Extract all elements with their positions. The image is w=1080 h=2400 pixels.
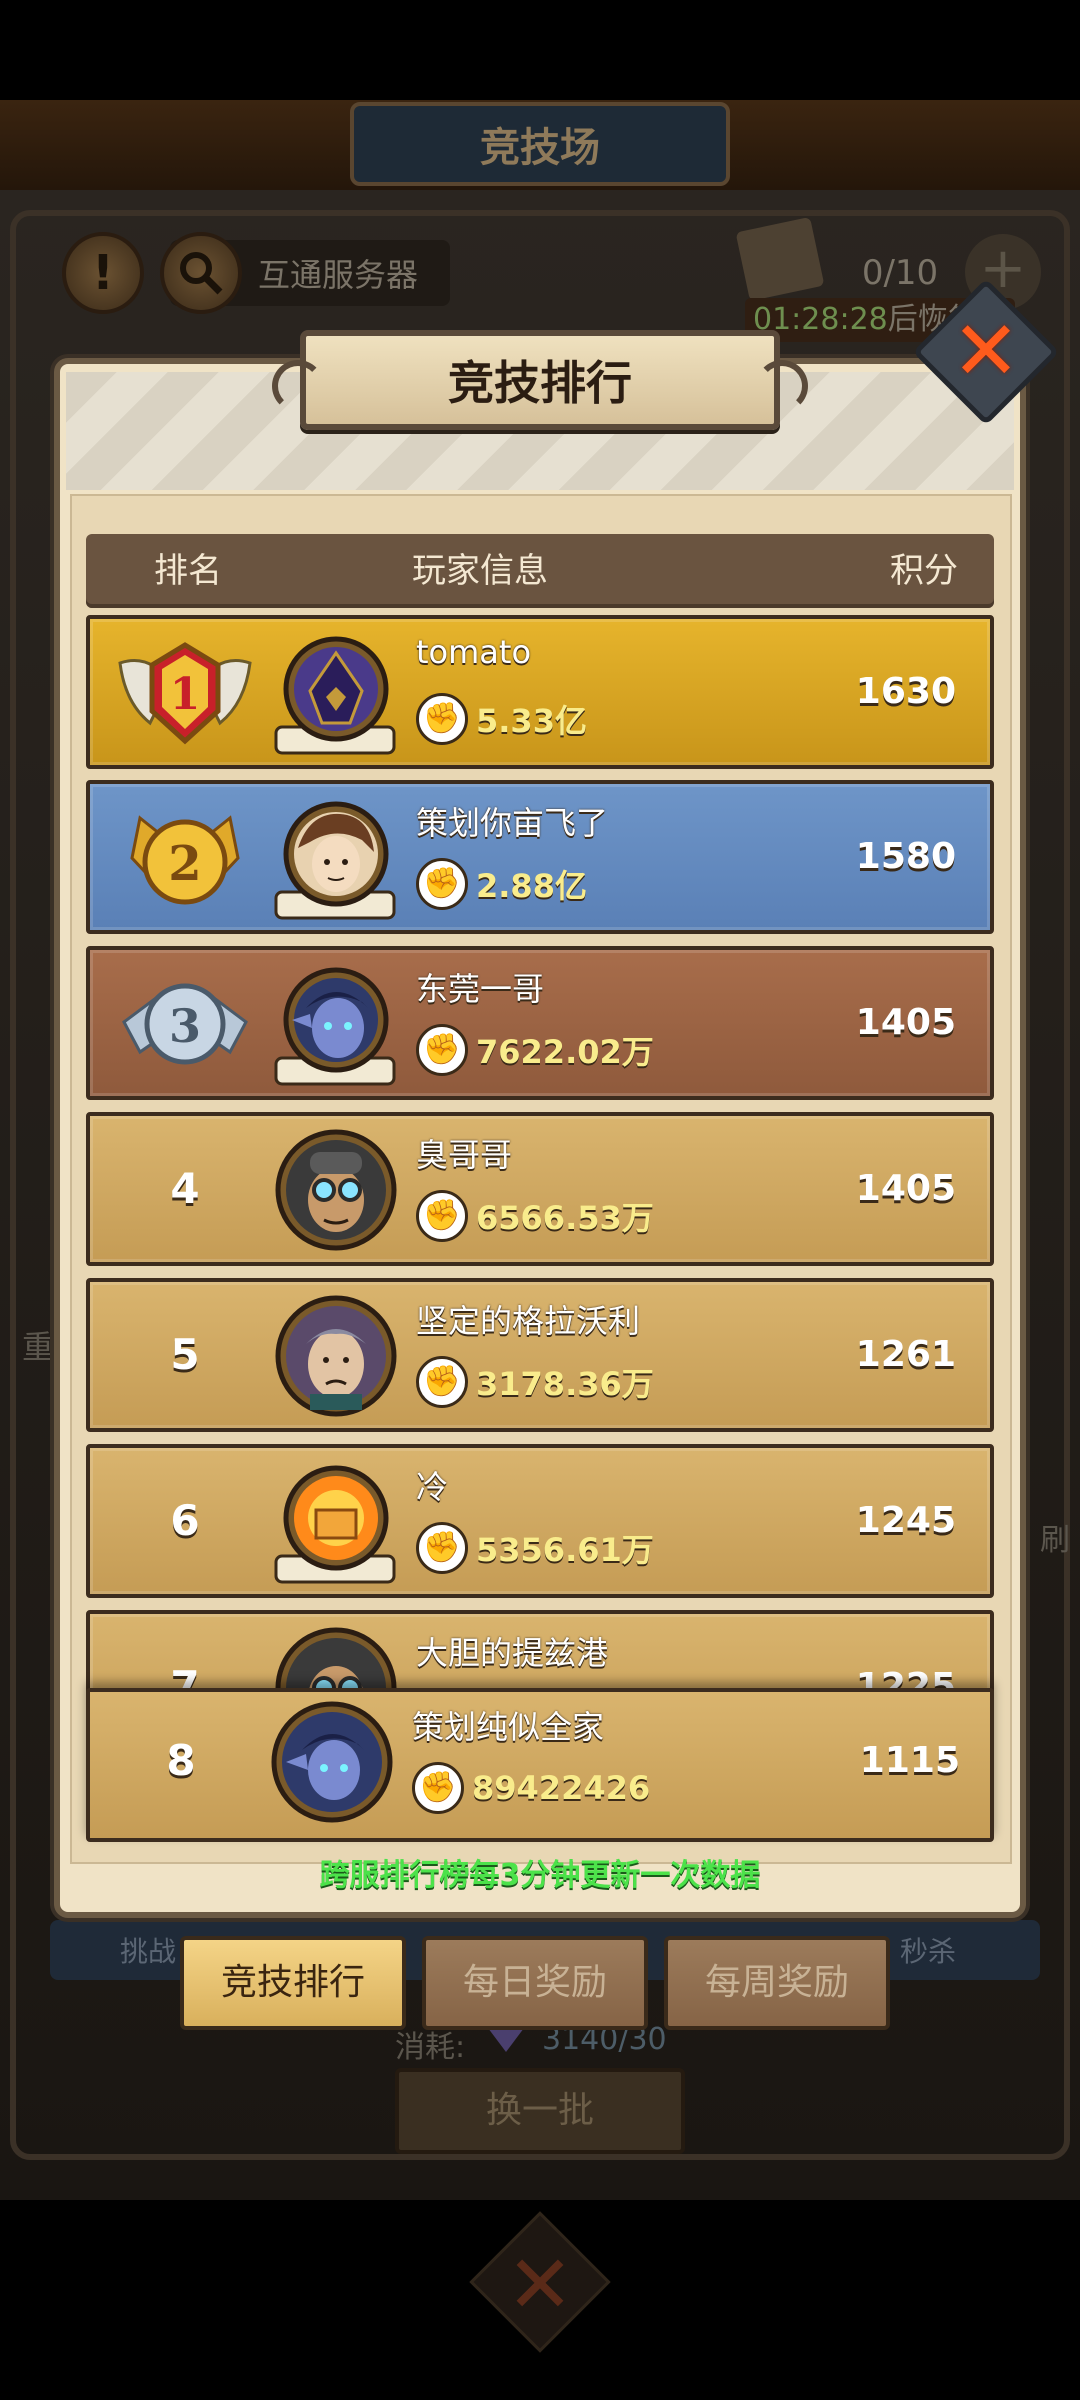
- player-name: 策划纯似全家: [412, 1708, 605, 1746]
- combat-power: ✊ 5356.61万: [416, 1520, 654, 1576]
- popup-title-plate: 竞技排行: [272, 330, 808, 430]
- tab-arena-ranking[interactable]: 竞技排行: [180, 1936, 406, 2030]
- combat-power: ✊ 6566.53万: [416, 1188, 654, 1244]
- player-name: 坚定的格拉沃利: [416, 1302, 641, 1340]
- ranking-row[interactable]: 2 策划你亩飞了 ✊ 2.88亿 1580: [86, 780, 994, 934]
- medal-rank-label: 1: [170, 669, 201, 720]
- ranking-row[interactable]: 4 臭哥哥 ✊ 6566.53万 1405: [86, 1112, 994, 1266]
- player-name: tomato: [416, 633, 532, 671]
- header-score: 积分: [890, 551, 958, 591]
- refresh-opponents-button[interactable]: 换一批: [395, 2068, 685, 2154]
- combat-power-value: 3178.36万: [476, 1365, 654, 1403]
- player-score: 1115: [859, 1740, 960, 1781]
- search-icon[interactable]: [160, 232, 242, 314]
- info-icon[interactable]: !: [62, 232, 144, 314]
- close-icon: ✕: [506, 2238, 574, 2331]
- ranking-list[interactable]: 1 tomato ✊ 5.33亿 1630 2 策划你亩飞了 ✊ 2.88亿 1…: [86, 615, 996, 1843]
- fist-icon: ✊: [416, 858, 468, 910]
- close-icon: ✕: [951, 304, 1021, 399]
- combat-power: ✊ 5.33亿: [416, 691, 587, 747]
- ranking-row[interactable]: 6 冷 ✊ 5356.61万 1245: [86, 1444, 994, 1598]
- blue-elf-avatar[interactable]: [270, 962, 400, 1088]
- player-name: 臭哥哥: [416, 1136, 513, 1174]
- attempts-counter: 0/10: [861, 253, 939, 293]
- fist-icon: ✊: [416, 1024, 468, 1076]
- player-name: 策划你亩飞了: [416, 804, 609, 842]
- player-score: 1405: [855, 1168, 956, 1209]
- ranking-column-header: 排名 玩家信息 积分: [86, 534, 994, 608]
- server-label: 互通服务器: [258, 256, 419, 294]
- player-name: 冷: [416, 1468, 449, 1506]
- player-name: 东莞一哥: [416, 970, 545, 1008]
- status-bar: [0, 0, 1080, 100]
- ranking-tabs: 竞技排行 每日奖励 每周奖励: [180, 1936, 900, 2032]
- combat-power-value: 5.33亿: [476, 702, 587, 740]
- combat-power-value: 89422426: [472, 1769, 651, 1807]
- header-player-info: 玩家信息: [412, 551, 548, 591]
- rank-number: 6: [170, 1496, 200, 1545]
- rank-number: 5: [170, 1330, 200, 1379]
- brown-hair-hero-avatar[interactable]: [270, 796, 400, 922]
- player-score: 1630: [855, 671, 956, 712]
- rank-number: 8: [166, 1736, 196, 1785]
- sweep-label: 秒杀: [900, 1935, 957, 1968]
- goggles-engineer-avatar[interactable]: [270, 1128, 400, 1254]
- rank-number: 4: [170, 1164, 200, 1213]
- blue-elf-avatar[interactable]: [266, 1700, 396, 1826]
- fist-icon: ✊: [416, 1356, 468, 1408]
- old-man-avatar[interactable]: [270, 1294, 400, 1420]
- my-ranking-row-content: 8 策划纯似全家 ✊ 89422426 1115: [86, 1688, 994, 1842]
- fist-icon: ✊: [412, 1762, 464, 1814]
- header-rank: 排名: [154, 551, 222, 591]
- glowing-chest-avatar[interactable]: [270, 1460, 400, 1586]
- combat-power-value: 6566.53万: [476, 1199, 654, 1237]
- player-name: 大胆的提兹港: [416, 1634, 609, 1672]
- tab-weekly-rewards[interactable]: 每周奖励: [664, 1936, 890, 2030]
- background-text-fragment: 重: [22, 1328, 55, 1366]
- update-notice: 跨服排行榜每3分钟更新一次数据: [319, 1858, 761, 1893]
- combat-power: ✊ 89422426: [412, 1760, 650, 1816]
- player-score: 1245: [855, 1500, 956, 1541]
- popup-title: 竞技排行: [448, 356, 632, 410]
- silver-medal-icon: 2: [110, 798, 260, 916]
- combat-power-value: 7622.02万: [476, 1033, 654, 1071]
- ranking-row[interactable]: 3 东莞一哥 ✊ 7622.02万 1405: [86, 946, 994, 1100]
- combat-power-value: 5356.61万: [476, 1531, 654, 1569]
- gold-medal-icon: 1: [110, 633, 260, 751]
- background-text-fragment: 刷: [1040, 1523, 1070, 1558]
- bronze-medal-icon: 3: [110, 964, 260, 1082]
- ranking-row[interactable]: 1 tomato ✊ 5.33亿 1630: [86, 615, 994, 769]
- fist-icon: ✊: [416, 1522, 468, 1574]
- tab-daily-rewards[interactable]: 每日奖励: [422, 1936, 648, 2030]
- player-score: 1261: [855, 1334, 956, 1375]
- ranking-row[interactable]: 5 坚定的格拉沃利 ✊ 3178.36万 1261: [86, 1278, 994, 1432]
- my-ranking-row[interactable]: 8 策划纯似全家 ✊ 89422426 1115: [86, 1688, 994, 1842]
- fist-icon: ✊: [416, 1190, 468, 1242]
- hooded-mage-avatar[interactable]: [270, 631, 400, 757]
- combat-power: ✊ 3178.36万: [416, 1354, 654, 1410]
- fist-icon: ✊: [416, 693, 468, 745]
- medal-rank-label: 3: [169, 999, 201, 1053]
- medal-rank-label: 2: [168, 836, 201, 892]
- player-score: 1405: [855, 1002, 956, 1043]
- combat-power-value: 2.88亿: [476, 867, 587, 905]
- arena-title-plate: 竞技场: [350, 102, 730, 186]
- combat-power: ✊ 7622.02万: [416, 1022, 654, 1078]
- arena-title: 竞技场: [480, 125, 600, 171]
- combat-power: ✊ 2.88亿: [416, 856, 587, 912]
- player-score: 1580: [855, 836, 956, 877]
- challenge-label: 挑战: [120, 1935, 177, 1968]
